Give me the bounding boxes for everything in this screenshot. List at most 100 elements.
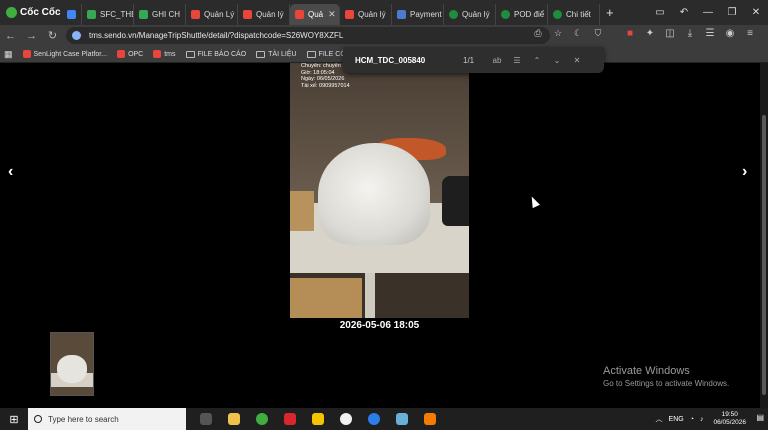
watermark-title: Activate Windows <box>603 365 690 377</box>
volume-icon[interactable]: ♪ <box>700 416 704 423</box>
tab-label: Chi tiết <box>566 10 591 19</box>
bookmark-folder-baocao[interactable]: FILE BÁO CÁO <box>185 50 247 58</box>
tab-quanly-4[interactable]: Quản lý <box>444 4 496 25</box>
tab-label: POD điể <box>514 10 545 19</box>
extensions-icon[interactable]: ✦ <box>640 28 660 39</box>
photo-thumbnail[interactable] <box>50 332 94 396</box>
browser-brand[interactable]: Cốc Cốc <box>0 0 62 25</box>
address-bar-actions: ⎙ ☆ ☾ ⛉ <box>528 28 608 39</box>
tab-ghichu[interactable]: GHI CH <box>134 4 186 25</box>
photo-shelf-leg <box>365 273 375 318</box>
bookmark-senlight[interactable]: SenLight Case Platfor... <box>22 50 108 58</box>
sendo-icon <box>243 10 252 19</box>
find-options-icon[interactable]: ☰ <box>507 56 527 65</box>
sendo-icon <box>153 50 162 58</box>
activate-windows-watermark: Activate Windows Go to Settings to activ… <box>603 365 729 388</box>
tray-chevron-icon[interactable]: ︿ <box>656 414 663 424</box>
zalo-icon[interactable] <box>360 408 388 430</box>
photo-caption: 2026-05-06 18:05 <box>339 320 420 331</box>
input-method-icon[interactable]: ENG <box>669 416 684 423</box>
sticky-notes-icon[interactable] <box>304 408 332 430</box>
wps-icon[interactable] <box>276 408 304 430</box>
coccoc-icon[interactable] <box>248 408 276 430</box>
tab-strip: Cốc Cốc SFC_THE GHI CH Quản Lý Quản lý Q… <box>0 0 768 25</box>
file-explorer-icon[interactable] <box>220 408 248 430</box>
close-tab-icon[interactable]: ✕ <box>328 9 336 20</box>
shield-icon[interactable]: ⛉ <box>588 28 608 39</box>
browser-brand-label: Cốc Cốc <box>20 7 61 18</box>
bookmark-opc[interactable]: OPC <box>117 50 143 58</box>
stamp-line: Tài xế: 0909957014 <box>301 82 350 89</box>
prev-image-button[interactable]: ‹ <box>8 163 13 181</box>
find-next-icon[interactable]: ⌄ <box>547 56 567 65</box>
screenshot-icon[interactable]: ▭ <box>648 7 672 18</box>
back-history-icon[interactable]: ↶ <box>672 7 696 18</box>
task-view-icon[interactable] <box>192 408 220 430</box>
find-input[interactable]: HCM_TDC_005840 <box>355 56 463 65</box>
bookmark-label: SenLight Case Platfor... <box>33 50 108 58</box>
tab-drive[interactable] <box>62 4 82 25</box>
profile-icon[interactable]: ◉ <box>720 28 740 39</box>
restore-button[interactable]: ❐ <box>720 7 744 18</box>
tab-quanly-2[interactable]: Quản lý <box>238 4 290 25</box>
tab-label: SFC_THE <box>100 10 134 19</box>
orange-app-icon[interactable] <box>416 408 444 430</box>
coccoc-logo-icon <box>6 7 17 18</box>
tab-label: Payment <box>410 10 442 19</box>
find-in-page-bar: HCM_TDC_005840 1/1 ab ☰ ⌃ ⌄ ✕ <box>343 47 604 73</box>
apps-grid-icon[interactable]: ▦ <box>4 49 13 60</box>
find-previous-icon[interactable]: ⌃ <box>527 56 547 65</box>
next-image-button[interactable]: › <box>742 163 747 181</box>
tab-quanly-3[interactable]: Quản lý <box>340 4 392 25</box>
thumb-parcel <box>57 355 87 383</box>
site-info-icon[interactable] <box>72 31 81 40</box>
page-scrollbar[interactable] <box>760 63 768 408</box>
tab-chitiet[interactable]: Chi tiết <box>548 4 600 25</box>
bookmark-label: tms <box>164 50 176 58</box>
drive-icon <box>67 10 76 19</box>
tab-payment[interactable]: Payment <box>392 4 444 25</box>
system-tray: ︿ ENG ◔ ♪ 19:50 06/05/2026 <box>656 408 746 430</box>
notification-center-icon[interactable]: ▤ <box>756 413 764 422</box>
close-window-button[interactable]: ✕ <box>744 7 768 18</box>
page-translate-icon[interactable]: ⎙ <box>528 28 548 39</box>
bookmark-tms[interactable]: tms <box>153 50 176 58</box>
sidebar-icon[interactable]: ◫ <box>660 28 680 39</box>
reload-button[interactable]: ↻ <box>42 29 63 42</box>
downloads-icon[interactable]: ⤓ <box>680 28 700 39</box>
bookmark-star-icon[interactable]: ☆ <box>548 28 568 39</box>
back-button[interactable]: ← <box>0 30 21 42</box>
tab-sfc[interactable]: SFC_THE <box>82 4 134 25</box>
tab-label: Quản lý <box>256 10 284 19</box>
watermark-subtitle: Go to Settings to activate Windows. <box>603 379 730 388</box>
dark-mode-icon[interactable]: ☾ <box>568 28 588 39</box>
tab-active[interactable]: Quả ✕ <box>290 4 340 25</box>
folder-icon <box>185 50 195 58</box>
tab-label: Quản lý <box>462 10 490 19</box>
photo-cardboard-box <box>290 278 362 318</box>
tab-pod[interactable]: POD điể <box>496 4 548 25</box>
close-find-icon[interactable]: ✕ <box>567 56 587 65</box>
taskbar-clock[interactable]: 19:50 06/05/2026 <box>713 411 746 427</box>
address-bar[interactable]: tms.sendo.vn/ManageTripShuttle/detail/?d… <box>66 27 550 44</box>
tab-quanly-1[interactable]: Quản Lý <box>186 4 238 25</box>
find-result-count: 1/1 <box>463 55 475 65</box>
bookmark-label: FILE BÁO CÁO <box>197 50 247 58</box>
menu-icon[interactable]: ≡ <box>740 28 760 39</box>
minimize-button[interactable]: — <box>696 7 720 18</box>
network-icon[interactable]: ◔ <box>690 416 694 423</box>
sendo-icon <box>191 10 200 19</box>
sheets-icon <box>87 10 96 19</box>
window-controls: ▭ ↶ — ❐ ✕ <box>648 0 768 25</box>
extension-red-icon[interactable]: ■ <box>620 28 640 39</box>
match-case-icon[interactable]: ab <box>487 56 507 65</box>
bookmark-folder-tailieu[interactable]: TÀI LIỆU <box>256 50 297 58</box>
forward-button[interactable]: → <box>21 30 42 42</box>
reading-list-icon[interactable]: ☰ <box>700 28 720 39</box>
start-button[interactable]: ⊞ <box>0 413 28 426</box>
taskbar-search[interactable]: Type here to search <box>28 408 186 430</box>
new-tab-button[interactable]: + <box>600 5 620 20</box>
notepad-icon[interactable] <box>388 408 416 430</box>
scrollbar-thumb[interactable] <box>762 115 766 395</box>
chrome-icon[interactable] <box>332 408 360 430</box>
